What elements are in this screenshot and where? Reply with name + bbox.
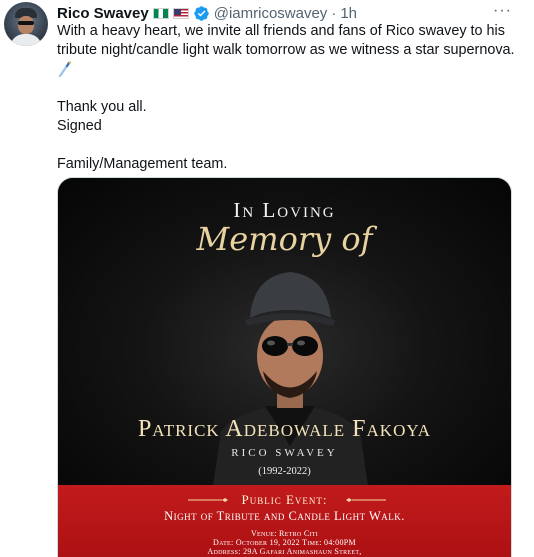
poster-date-time: Date: October 19, 2022 Time: 04:00PM (213, 538, 356, 547)
more-options-icon[interactable]: ··· (493, 2, 512, 20)
poster-memory-of: Memory of (196, 220, 373, 258)
nigeria-flag-icon (152, 7, 169, 19)
poster-years: (1992-2022) (258, 466, 311, 477)
avatar-shirt (10, 34, 42, 46)
avatar-face (18, 16, 34, 34)
tweet-line-2: tribute night/candle light walk tomorrow… (57, 42, 515, 58)
display-name[interactable]: Rico Swavey (57, 5, 149, 22)
tweet-signature: Family/Management team. (57, 156, 228, 172)
poster-public-event: Public Event: (241, 492, 328, 507)
avatar-sunglasses (18, 21, 34, 25)
tweet-header: Rico Swavey @iamricoswavey · 1h (57, 3, 357, 23)
tweet[interactable]: Rico Swavey @iamricoswavey · 1h ··· With… (0, 0, 534, 557)
user-handle[interactable]: @iamricoswavey (214, 5, 328, 22)
tweet-image[interactable]: In Loving Memory of Patrick Adebowale Fa… (57, 177, 512, 557)
tweet-text: With a heavy heart, we invite all friend… (57, 22, 517, 174)
poster-deceased-name: Patrick Adebowale Fakoya (137, 416, 432, 442)
avatar[interactable] (4, 2, 48, 46)
separator-dot: · (331, 4, 337, 22)
poster-address: Address: 29A Gafari Animashaun Street, (207, 547, 362, 556)
us-flag-icon (172, 7, 189, 19)
poster-event-title: Night of Tribute and Candle Light Walk. (164, 509, 405, 523)
magic-wand-emoji-icon (57, 60, 73, 78)
tweet-line-1: With a heavy heart, we invite all friend… (57, 23, 505, 39)
verified-badge-icon (193, 5, 210, 22)
wand-line (57, 60, 517, 79)
poster-venue: Venue: Retro Citi (250, 529, 319, 538)
tweet-signed: Signed (57, 118, 102, 134)
poster-alias: RICO SWAVEY (231, 447, 338, 459)
timestamp[interactable]: 1h (340, 5, 357, 22)
tweet-thanks: Thank you all. (57, 99, 147, 115)
